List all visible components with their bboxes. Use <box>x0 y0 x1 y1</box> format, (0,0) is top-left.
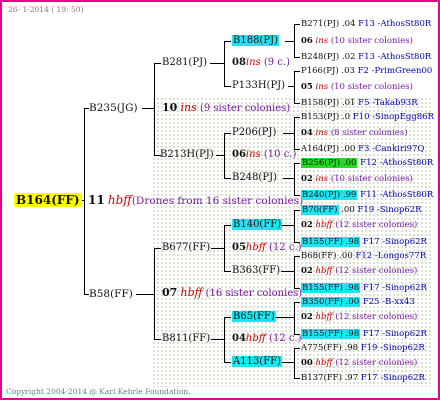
gen2-queen[interactable]: B677(FF) <box>162 242 210 254</box>
gen3-generation: 02 ins (10 sister colonies) <box>301 174 413 184</box>
gen4-queen[interactable]: B155(FF) .98 F17 -Sinop62R <box>301 236 427 248</box>
timestamp: 26- 1-2014 ( 19: 50) <box>8 5 84 14</box>
gen4-queen[interactable]: P166(PJ) .03 F2 -PrimGreen00 <box>301 65 432 77</box>
gen2-queen[interactable]: B213H(PJ) <box>160 149 214 161</box>
gen2-queen[interactable]: B811(FF) <box>162 333 210 345</box>
root-queen[interactable]: B164(FF) <box>14 193 82 207</box>
gen4-queen[interactable]: B137(FF) .97 F17 -Sinop62R <box>301 372 425 384</box>
gen4-queen[interactable]: B153(PJ) .0 F10 -SinopEgg86R <box>301 111 434 123</box>
pedigree-frame: 26- 1-2014 ( 19: 50) Copyright 2004-2014… <box>0 0 440 400</box>
gen4-queen[interactable]: B240(PJ) .99 F11 -AthosSt80R <box>301 189 433 201</box>
gen4-queen[interactable]: B155(FF) .98 F17 -Sinop62R <box>301 282 427 294</box>
gen4-queen[interactable]: B271(PJ) .04 F13 -AthosSt80R <box>301 18 431 30</box>
gen3-queen[interactable]: P206(PJ) <box>232 127 276 139</box>
gen2-generation: 08ins (9 c.) <box>232 57 291 68</box>
gen3-queen[interactable]: B248(PJ) <box>232 172 277 184</box>
gen1-generation: 10 ins (9 sister colonies) <box>162 101 291 115</box>
gen4-queen[interactable]: B158(PJ) .01 F5 -Takab93R <box>301 97 418 109</box>
gen3-queen[interactable]: P133H(PJ) <box>232 80 285 92</box>
gen1-queen[interactable]: B58(FF) <box>89 288 133 300</box>
gen2-queen[interactable]: B281(PJ) <box>162 57 207 69</box>
gen2-generation: 05hbff (12 c.) <box>232 242 302 253</box>
gen3-generation: 05 ins (10 sister colonies) <box>301 82 413 92</box>
gen2-generation: 06ins (10 c.) <box>232 149 297 160</box>
gen3-queen[interactable]: B140(FF) <box>232 219 283 231</box>
gen3-generation: 02 hbff (12 sister colonies) <box>301 220 418 230</box>
gen3-generation: 06 ins (10 sister colonies) <box>301 36 413 46</box>
gen2-generation: 04hbff (12 c.) <box>232 333 302 344</box>
gen3-queen[interactable]: B65(FF) <box>232 311 276 323</box>
gen3-generation: 02 hbff (12 sister colonies) <box>301 312 418 322</box>
gen1-queen[interactable]: B235(JG) <box>89 102 138 114</box>
gen4-queen[interactable]: B350(FF) .00 F25 -B-xx43 <box>301 296 415 308</box>
gen4-queen[interactable]: B68(FF) .00 F12 -Longos77R <box>301 250 426 262</box>
gen4-queen[interactable]: A775(FF) .98 F19 -Sinop62R <box>301 342 425 354</box>
gen3-queen[interactable]: A113(FF) <box>232 356 282 368</box>
gen4-queen[interactable]: A164(PJ) .00 F3 -Cankiri97Q <box>301 143 424 155</box>
copyright: Copyright 2004-2014 @ Karl Kehrle Founda… <box>6 387 191 396</box>
gen4-queen[interactable]: B70(FF) .00 F19 -Sinop62R <box>301 204 422 216</box>
gen3-generation: 02 hbff (12 sister colonies) <box>301 266 418 276</box>
gen3-queen[interactable]: B188(PJ) <box>232 35 279 47</box>
gen3-generation: 00 hbff (12 sister colonies) <box>301 358 418 368</box>
gen1-generation: 07 hbff (16 sister colonies) <box>162 286 303 300</box>
gen3-queen[interactable]: B363(FF) <box>232 265 280 277</box>
gen3-generation: 04 ins (8 sister colonies) <box>301 128 408 138</box>
gen4-queen[interactable]: B248(PJ) .02 F13 -AthosSt80R <box>301 51 431 63</box>
root-generation: 11 hbff(Drones from 16 sister colonies) <box>88 193 304 207</box>
gen4-queen[interactable]: B155(FF) .98 F17 -Sinop62R <box>301 328 427 340</box>
gen4-queen[interactable]: B256(PJ) .00 F12 -AthosSt80R <box>301 157 433 169</box>
